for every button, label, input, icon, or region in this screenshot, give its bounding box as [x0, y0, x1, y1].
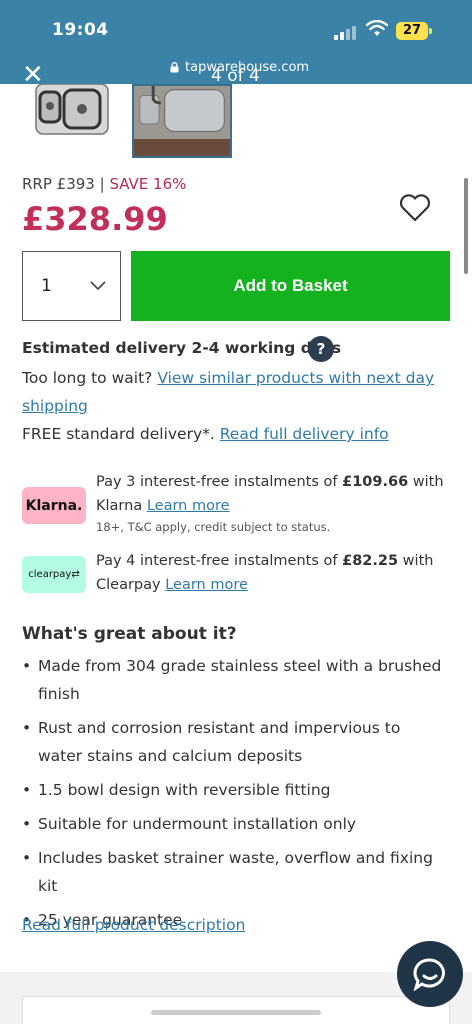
clearpay-arrows-icon: ⇄ [71, 569, 80, 580]
chat-button[interactable] [397, 941, 463, 1007]
rrp-separator: | [94, 175, 110, 193]
too-long-text: Too long to wait? [22, 369, 158, 387]
klarna-terms: 18+, T&C apply, credit subject to status… [96, 520, 331, 534]
clearpay-logo: clearpay ⇄ [22, 556, 86, 593]
similar-products-link-cont[interactable]: shipping [22, 397, 88, 415]
sink-thumbnail-4[interactable] [132, 84, 232, 158]
klarna-amount: £109.66 [342, 474, 409, 490]
home-indicator[interactable] [151, 1010, 321, 1015]
read-description-link[interactable]: Read full product description [22, 916, 245, 934]
features-list: Made from 304 grade stainless steel with… [22, 652, 442, 940]
add-to-basket-button[interactable]: Add to Basket [131, 251, 450, 321]
image-thumbnails [0, 84, 472, 158]
sink-thumbnail-1[interactable] [30, 84, 110, 136]
klarna-learn-more-link[interactable]: Learn more [147, 498, 230, 514]
scrollbar[interactable] [464, 178, 468, 274]
too-long-line: Too long to wait? View similar products … [22, 364, 434, 392]
klarna-text: Pay 3 interest-free instalments of £109.… [96, 470, 446, 518]
free-text: standard delivery*. [61, 425, 220, 443]
clearpay-line1-post: with [398, 553, 434, 569]
klarna-line1-pre: Pay 3 interest-free instalments of [96, 474, 343, 490]
wifi-icon [366, 20, 388, 36]
list-item: Rust and corrosion resistant and impervi… [22, 714, 442, 770]
quantity-select[interactable]: 1 [22, 251, 121, 321]
clearpay-learn-more-link[interactable]: Learn more [165, 577, 248, 593]
delivery-info-link[interactable]: Read full delivery info [220, 425, 389, 443]
current-price: £328.99 [22, 200, 168, 238]
free-bold: FREE [22, 425, 62, 443]
list-item: Made from 304 grade stainless steel with… [22, 652, 442, 708]
help-icon[interactable]: ? [308, 336, 334, 362]
clearpay-text: Pay 4 interest-free instalments of £82.2… [96, 549, 446, 597]
clearpay-line1-pre: Pay 4 interest-free instalments of [96, 553, 343, 569]
rrp-price: RRP £393 [22, 175, 95, 193]
free-delivery-line: FREE standard delivery*. Read full deliv… [22, 420, 389, 448]
similar-products-link[interactable]: View similar products with next day [157, 369, 434, 387]
top-bar: 19:04 27 ✕ tapwarehouse.com 4 of 4 [0, 0, 472, 88]
quantity-value: 1 [41, 276, 52, 296]
status-time: 19:04 [52, 20, 109, 40]
list-item: Suitable for undermount installation onl… [22, 810, 442, 838]
image-counter: 4 of 4 [211, 66, 260, 86]
lock-icon [170, 62, 179, 73]
clearpay-amount: £82.25 [342, 553, 399, 569]
clearpay-logo-text: clearpay [28, 569, 72, 580]
klarna-logo: Klarna. [22, 487, 86, 524]
delivery-estimate: Estimated delivery 2-4 working days [22, 339, 342, 357]
battery-tip [429, 28, 432, 34]
battery-indicator: 27 [396, 22, 428, 40]
klarna-line2-pre: Klarna [96, 498, 147, 514]
save-badge: SAVE 16% [109, 175, 187, 193]
rrp-line: RRP £393 | SAVE 16% [22, 175, 186, 193]
list-item: 1.5 bowl design with reversible fitting [22, 776, 442, 804]
chevron-down-icon [90, 281, 106, 291]
clearpay-line2-pre: Clearpay [96, 577, 166, 593]
features-heading: What's great about it? [22, 624, 237, 644]
klarna-line1-post: with [408, 474, 444, 490]
too-long-line-2: shipping [22, 392, 88, 420]
chat-icon [413, 958, 445, 991]
heart-icon[interactable] [398, 192, 432, 224]
signal-icon [334, 26, 356, 40]
list-item: Includes basket strainer waste, overflow… [22, 844, 442, 900]
